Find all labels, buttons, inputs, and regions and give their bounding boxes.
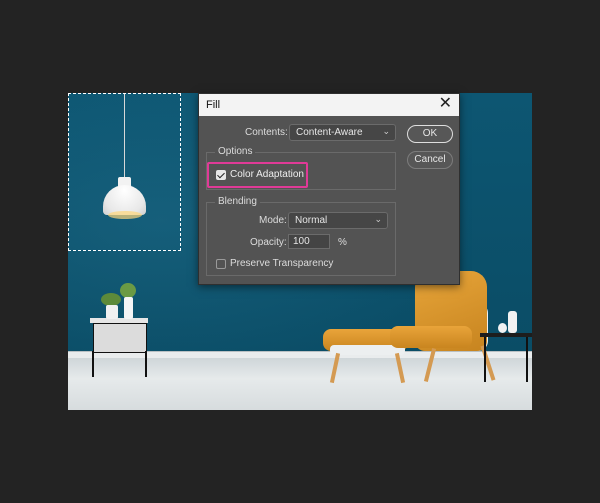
contents-value: Content-Aware	[296, 127, 363, 138]
selection-marquee[interactable]	[68, 93, 181, 251]
fill-dialog: Fill ✕ Contents: Content-Aware ⌄ Options…	[198, 93, 460, 285]
mode-label: Mode:	[259, 215, 287, 226]
plant-pot	[106, 305, 118, 319]
opacity-unit: %	[338, 237, 347, 248]
right-table-leg	[484, 337, 486, 382]
right-table-leg	[526, 337, 528, 382]
left-table-leg	[92, 351, 94, 377]
chevron-down-icon: ⌄	[374, 214, 382, 224]
opacity-input[interactable]: 100	[288, 234, 330, 249]
ok-button[interactable]: OK	[407, 125, 453, 143]
left-side-table	[93, 323, 147, 353]
mode-value: Normal	[295, 215, 328, 226]
opacity-label: Opacity:	[250, 237, 287, 248]
mode-select[interactable]: Normal ⌄	[288, 212, 388, 229]
vase	[124, 297, 133, 319]
color-adaptation-checkbox[interactable]	[216, 170, 226, 180]
vase	[498, 323, 507, 333]
blending-group-title: Blending	[215, 196, 260, 207]
floor	[68, 358, 532, 410]
chair-seat-cushion	[390, 326, 472, 348]
preserve-transparency-label[interactable]: Preserve Transparency	[230, 258, 333, 269]
color-adaptation-label[interactable]: Color Adaptation	[230, 169, 304, 180]
vase	[508, 311, 517, 333]
options-group-title: Options	[215, 146, 256, 157]
left-table-leg	[145, 351, 147, 377]
right-side-table-top	[480, 333, 532, 337]
contents-label: Contents:	[245, 127, 288, 138]
chevron-down-icon: ⌄	[382, 126, 390, 136]
contents-select[interactable]: Content-Aware ⌄	[289, 124, 396, 141]
dialog-titlebar[interactable]: Fill ✕	[199, 94, 459, 116]
dialog-title: Fill	[206, 99, 221, 111]
cancel-button[interactable]: Cancel	[407, 151, 453, 169]
close-icon[interactable]: ✕	[439, 96, 452, 112]
preserve-transparency-checkbox[interactable]	[216, 259, 226, 269]
plant	[120, 283, 136, 298]
